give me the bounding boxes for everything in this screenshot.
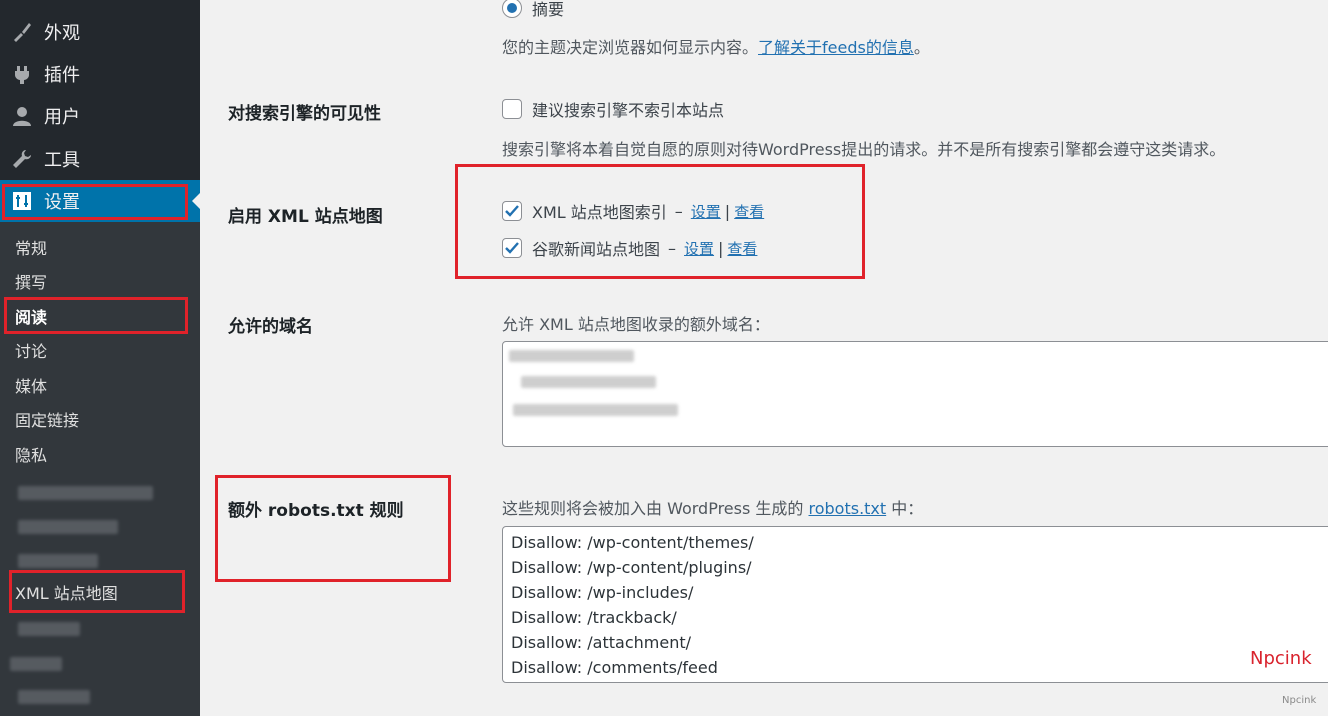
summary-radio-label: 摘要 — [532, 0, 565, 19]
menu-label: 设置 — [44, 192, 80, 213]
domains-description: 允许 XML 站点地图收录的额外域名： — [502, 315, 770, 334]
robots-line: Disallow: /wp-content/themes/ — [511, 533, 754, 552]
robots-label: 额外 robots.txt 规则 — [228, 501, 404, 521]
menu-label: 工具 — [44, 150, 80, 171]
noindex-checkbox-row[interactable]: 建议搜索引擎不索引本站点 — [502, 97, 724, 121]
user-icon — [10, 104, 34, 128]
feeds-info-link[interactable]: 了解关于feeds的信息 — [758, 38, 914, 57]
highlight-robots-label — [215, 475, 451, 582]
robots-line: Disallow: /trackback/ — [511, 608, 677, 627]
plugin-icon — [10, 62, 34, 86]
submenu-xml-sitemap[interactable]: XML 站点地图 — [15, 579, 118, 609]
radio-dot — [507, 3, 517, 13]
brush-icon — [10, 20, 34, 44]
feed-description: 您的主题决定浏览器如何显示内容。了解关于feeds的信息。 — [502, 34, 930, 58]
visibility-label: 对搜索引擎的可见性 — [228, 104, 381, 124]
sitemap-index-row: XML 站点地图索引 – 设置 | 查看 — [502, 199, 764, 223]
blurred-domain — [521, 376, 656, 388]
robots-line: Disallow: /attachment/ — [511, 633, 691, 652]
summary-radio-row[interactable]: 摘要 — [502, 0, 564, 19]
blurred-menu-item[interactable] — [18, 690, 90, 704]
menu-label: 插件 — [44, 65, 80, 86]
robots-textarea[interactable]: Disallow: /wp-content/themes/ Disallow: … — [502, 526, 1328, 683]
noindex-checkbox-label: 建议搜索引擎不索引本站点 — [532, 101, 725, 120]
submenu-writing[interactable]: 撰写 — [15, 268, 47, 298]
submenu-media[interactable]: 媒体 — [15, 372, 47, 402]
domains-label: 允许的域名 — [228, 317, 313, 337]
blurred-domain — [513, 404, 678, 416]
noindex-checkbox[interactable] — [502, 99, 522, 119]
visibility-description: 搜索引擎将本着自觉自愿的原则对待WordPress提出的请求。并不是所有搜索引擎… — [502, 140, 1226, 159]
google-news-view-link[interactable]: 查看 — [727, 238, 757, 259]
settings-icon — [10, 189, 34, 213]
robots-line: Disallow: /wp-includes/ — [511, 583, 694, 602]
summary-radio[interactable] — [502, 0, 522, 18]
feed-desc-period: 。 — [913, 38, 930, 57]
submenu-permalinks[interactable]: 固定链接 — [15, 406, 79, 436]
sitemap-label: 启用 XML 站点地图 — [228, 207, 383, 227]
checkmark-icon — [505, 242, 519, 254]
google-news-row: 谷歌新闻站点地图 – 设置 | 查看 — [502, 236, 757, 260]
sitemap-index-label: XML 站点地图索引 — [532, 203, 667, 222]
sitemap-index-checkbox[interactable] — [502, 201, 522, 221]
sitemap-index-view-link[interactable]: 查看 — [734, 201, 764, 222]
blurred-menu-item[interactable] — [18, 554, 98, 568]
robots-line: Disallow: /comments/feed — [511, 658, 718, 677]
submenu-general[interactable]: 常规 — [15, 234, 47, 264]
blurred-domain — [509, 350, 634, 362]
submenu-privacy[interactable]: 隐私 — [15, 441, 47, 471]
google-news-settings-link[interactable]: 设置 — [684, 238, 714, 259]
sitemap-index-settings-link[interactable]: 设置 — [691, 201, 721, 222]
submenu-reading[interactable]: 阅读 — [15, 303, 47, 333]
blurred-menu-item[interactable] — [18, 622, 80, 636]
google-news-label: 谷歌新闻站点地图 — [532, 240, 661, 259]
blurred-menu-item[interactable] — [18, 486, 153, 500]
dash: – — [674, 201, 683, 221]
blurred-menu-item[interactable] — [18, 520, 118, 534]
menu-label: 外观 — [44, 23, 80, 44]
menu-label: 用户 — [44, 107, 80, 128]
menu-tools[interactable]: 工具 — [0, 138, 200, 180]
menu-users[interactable]: 用户 — [0, 95, 200, 137]
watermark-npcink: Npcink — [1250, 648, 1312, 669]
menu-appearance[interactable]: 外观 — [0, 11, 200, 53]
menu-settings[interactable]: 设置 — [0, 180, 200, 222]
separator: | — [718, 238, 724, 258]
robots-line: Disallow: /wp-content/plugins/ — [511, 558, 752, 577]
google-news-checkbox[interactable] — [502, 238, 522, 258]
feed-desc-text: 您的主题决定浏览器如何显示内容。 — [502, 38, 759, 57]
dash: – — [668, 238, 677, 258]
robots-desc-prefix: 这些规则将会被加入由 WordPress 生成的 — [502, 499, 809, 518]
blurred-menu-item[interactable] — [10, 657, 62, 671]
menu-plugins[interactable]: 插件 — [0, 53, 200, 95]
domains-textarea[interactable] — [502, 341, 1328, 447]
robots-txt-link[interactable]: robots.txt — [809, 499, 887, 518]
separator: | — [724, 201, 731, 221]
admin-sidebar: 外观 插件 用户 工具 设置 常规 撰写 阅读 讨论 媒体 固定链接 隐私 XM… — [0, 0, 200, 716]
corner-watermark: Npcink — [1282, 695, 1317, 706]
submenu-discussion[interactable]: 讨论 — [15, 337, 47, 367]
checkmark-icon — [505, 205, 519, 217]
robots-description: 这些规则将会被加入由 WordPress 生成的 robots.txt 中： — [502, 495, 923, 519]
wrench-icon — [10, 147, 34, 171]
settings-submenu: 常规 撰写 阅读 讨论 媒体 固定链接 隐私 XML 站点地图 — [0, 222, 200, 716]
robots-desc-suffix: 中： — [886, 499, 924, 518]
